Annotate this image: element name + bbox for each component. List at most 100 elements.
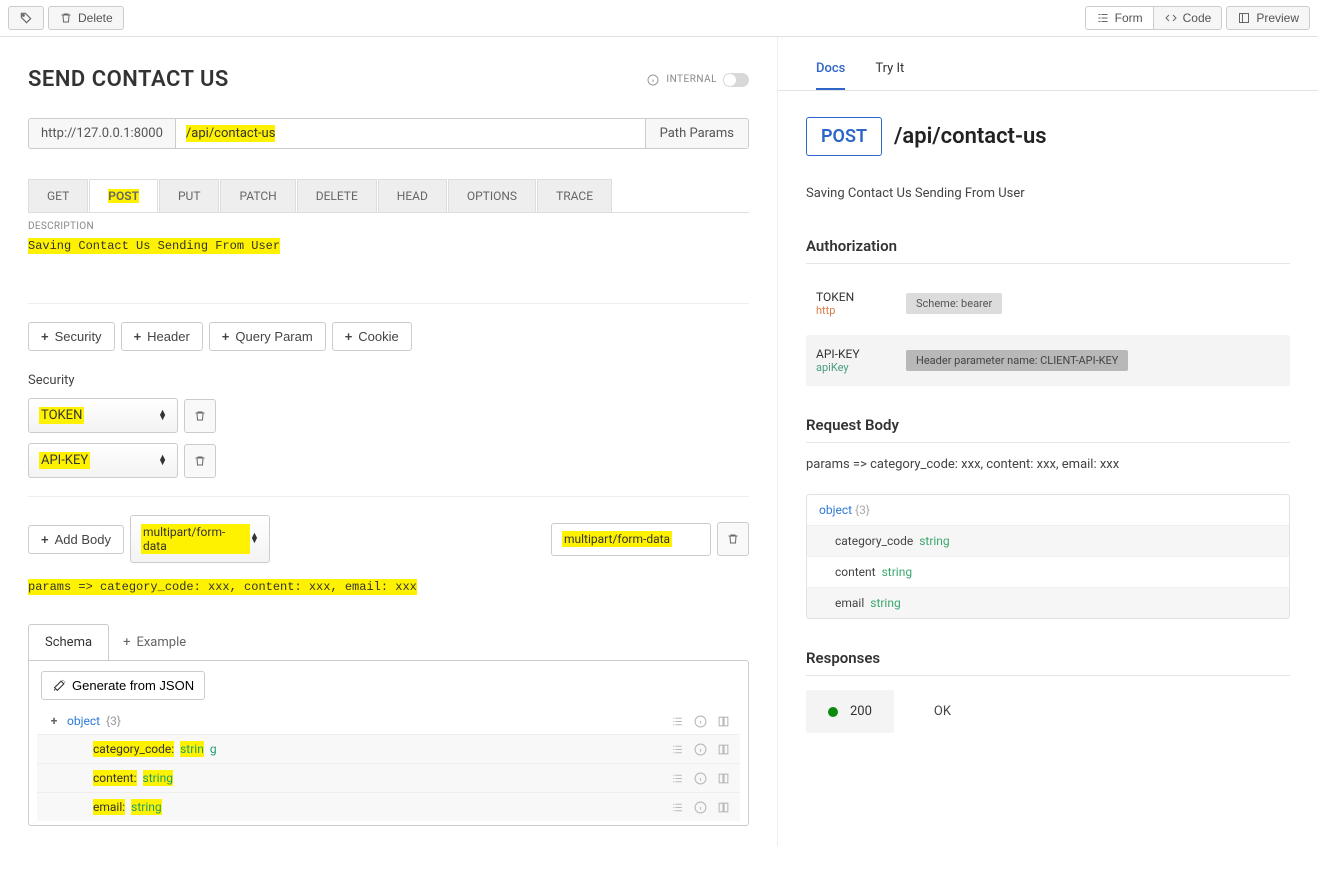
body-row: + Add Body multipart/form-data ▲▼ multip… — [28, 515, 749, 563]
code-label: Code — [1183, 11, 1212, 25]
add-cookie-button[interactable]: +Cookie — [332, 322, 412, 351]
object-label: object — [67, 714, 100, 728]
response-code: 200 — [806, 690, 894, 733]
response-label: OK — [894, 690, 991, 733]
delete-button[interactable]: Delete — [48, 6, 124, 30]
schema-preview-head[interactable]: object {3} — [807, 495, 1289, 525]
body-desc-block[interactable]: params => category_code: xxx, content: x… — [28, 579, 749, 594]
code-view-button[interactable]: Code — [1154, 6, 1223, 30]
responses-list: 200OK — [806, 690, 1290, 733]
delete-label: Delete — [78, 11, 113, 25]
info-icon[interactable] — [694, 715, 707, 728]
list-icon[interactable] — [671, 772, 684, 785]
method-tab-options[interactable]: OPTIONS — [448, 179, 536, 212]
method-tab-head[interactable]: HEAD — [378, 179, 447, 212]
book-icon[interactable] — [717, 801, 730, 814]
endpoint-desc: Saving Contact Us Sending From User — [806, 186, 1290, 201]
delete-security-button[interactable] — [184, 444, 216, 478]
preview-label: Preview — [1256, 11, 1299, 25]
add-security-button[interactable]: +Security — [28, 322, 115, 351]
book-icon[interactable] — [717, 715, 730, 728]
info-icon[interactable] — [694, 801, 707, 814]
form-icon — [1096, 11, 1110, 25]
schema-preview-row[interactable]: emailstring — [807, 587, 1289, 618]
preview-tab-try-it[interactable]: Try It — [875, 49, 904, 90]
security-select[interactable]: TOKEN▲▼ — [28, 398, 178, 433]
description-text: Saving Contact Us Sending From User — [28, 238, 280, 254]
preview-pane: Docs Try It POST /api/contact-us Saving C… — [778, 37, 1318, 846]
plus-icon: + — [222, 329, 230, 344]
schema-preview-row[interactable]: contentstring — [807, 556, 1289, 587]
schema-prop-row[interactable]: email: string — [37, 792, 740, 821]
add-query-param-button[interactable]: +Query Param — [209, 322, 326, 351]
method-tab-put[interactable]: PUT — [159, 179, 220, 212]
editor-pane: SEND CONTACT US INTERNAL http://127.0.0.… — [0, 37, 778, 846]
main-split: SEND CONTACT US INTERNAL http://127.0.0.… — [0, 37, 1318, 846]
method-tab-post[interactable]: POST — [89, 179, 158, 212]
toolbar-left: Delete — [8, 6, 124, 30]
body-desc-text: params => category_code: xxx, content: x… — [28, 579, 417, 595]
form-view-button[interactable]: Form — [1085, 6, 1154, 30]
endpoint-title: POST /api/contact-us — [806, 117, 1290, 156]
list-icon[interactable] — [671, 743, 684, 756]
add-body-button[interactable]: + Add Body — [28, 525, 124, 554]
delete-body-button[interactable] — [717, 522, 749, 556]
endpoint-path: /api/contact-us — [894, 124, 1047, 149]
preview-tab-docs[interactable]: Docs — [816, 49, 845, 90]
url-prefix[interactable]: http://127.0.0.1:8000 — [29, 119, 176, 148]
tag-icon — [19, 11, 33, 25]
schema-preview-row[interactable]: category_codestring — [807, 525, 1289, 556]
security-select[interactable]: API-KEY▲▼ — [28, 443, 178, 478]
plus-icon: + — [345, 329, 353, 344]
schema-prop-row[interactable]: content: string — [37, 763, 740, 792]
content-type-input[interactable]: multipart/form-data — [551, 523, 711, 556]
toolbar-right: Form Code Preview — [1085, 6, 1310, 30]
url-path-input[interactable]: /api/contact-us — [176, 119, 645, 148]
internal-toggle-group: INTERNAL — [646, 73, 749, 87]
auth-heading: Authorization — [806, 237, 1290, 264]
generate-json-button[interactable]: Generate from JSON — [41, 671, 205, 700]
preview-tabs: Docs Try It — [778, 49, 1318, 91]
preview-icon — [1237, 11, 1251, 25]
response-row[interactable]: 200OK — [806, 690, 1290, 733]
auth-pill: Header parameter name: CLIENT-API-KEY — [906, 350, 1128, 371]
schema-tabs: Schema + Example — [28, 624, 749, 660]
book-icon[interactable] — [717, 772, 730, 785]
schema-prop-row[interactable]: category_code: string — [37, 734, 740, 763]
tag-button[interactable] — [8, 6, 44, 30]
caret-icon: ▲▼ — [250, 534, 259, 544]
body-desc-preview: params => category_code: xxx, content: x… — [806, 457, 1290, 472]
description-label: DESCRIPTION — [28, 221, 749, 232]
trash-icon — [726, 532, 740, 546]
view-toggle-group: Form Code — [1085, 6, 1223, 30]
schema-tab[interactable]: Schema — [28, 624, 109, 660]
example-tab[interactable]: + Example — [123, 635, 186, 650]
body-type-select[interactable]: multipart/form-data ▲▼ — [130, 515, 270, 563]
plus-icon: + — [41, 329, 49, 344]
info-icon[interactable] — [694, 743, 707, 756]
info-icon[interactable] — [694, 772, 707, 785]
top-toolbar: Delete Form Code Preview — [0, 0, 1318, 37]
delete-security-button[interactable] — [184, 399, 216, 433]
path-params-button[interactable]: Path Params — [645, 119, 748, 148]
method-tab-get[interactable]: GET — [28, 179, 88, 212]
internal-label: INTERNAL — [666, 74, 717, 85]
list-icon[interactable] — [671, 715, 684, 728]
method-tab-delete[interactable]: DELETE — [297, 179, 377, 212]
status-dot-icon — [828, 707, 838, 717]
trash-icon — [59, 11, 73, 25]
method-tab-trace[interactable]: TRACE — [537, 179, 612, 212]
body-heading: Request Body — [806, 416, 1290, 443]
add-prop-icon[interactable]: + — [47, 714, 61, 728]
list-icon[interactable] — [671, 801, 684, 814]
preview-button[interactable]: Preview — [1226, 6, 1310, 30]
add-header-button[interactable]: +Header — [121, 322, 203, 351]
method-tabs: GETPOSTPUTPATCHDELETEHEADOPTIONSTRACE — [28, 179, 749, 213]
plus-icon: + — [134, 329, 142, 344]
book-icon[interactable] — [717, 743, 730, 756]
description-block[interactable]: Saving Contact Us Sending From User — [28, 238, 749, 253]
url-row: http://127.0.0.1:8000 /api/contact-us Pa… — [28, 118, 749, 149]
schema-root-row[interactable]: + object {3} — [37, 708, 740, 734]
method-tab-patch[interactable]: PATCH — [220, 179, 295, 212]
internal-toggle[interactable] — [723, 73, 749, 87]
